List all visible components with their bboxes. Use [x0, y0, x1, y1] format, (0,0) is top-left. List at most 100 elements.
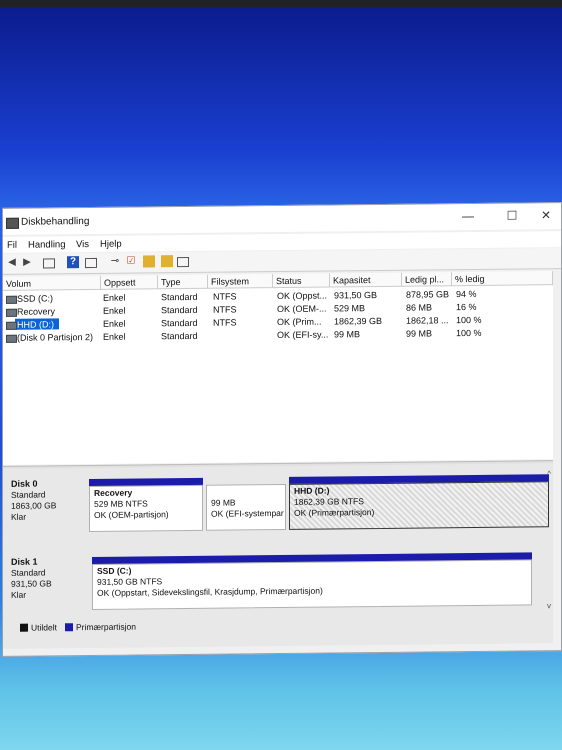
help-icon[interactable]: ?	[67, 256, 79, 269]
disk-management-window: Diskbehandling — ☐ ✕ Fil Handling Vis Hj…	[2, 202, 562, 657]
disk-name: Disk 0	[11, 478, 38, 489]
cell-capacity: 99 MB	[334, 329, 361, 340]
cell-volume: SSD (C:)	[17, 293, 53, 304]
check-icon[interactable]: ☑	[125, 256, 137, 268]
disk-type: Standard	[11, 567, 46, 578]
scroll-up-icon[interactable]: ^	[547, 469, 551, 478]
cell-status: OK (Oppst...	[277, 290, 328, 302]
forward-icon[interactable]: ▶	[21, 257, 33, 269]
properties-icon[interactable]	[85, 257, 97, 269]
close-button[interactable]: ✕	[531, 206, 561, 224]
disk-1-info[interactable]: Disk 1 Standard 931,50 GB Klar	[11, 556, 81, 601]
cell-type: Standard	[161, 317, 198, 329]
menu-help[interactable]: Hjelp	[100, 239, 122, 250]
col-type[interactable]: Type	[158, 274, 208, 290]
cell-status: OK (EFI-sy...	[277, 329, 329, 341]
cell-free: 86 MB	[406, 302, 433, 313]
cell-percent: 100 %	[456, 314, 482, 326]
scroll-down-icon[interactable]: v	[547, 601, 551, 610]
title-bar: Diskbehandling — ☐ ✕	[3, 203, 561, 235]
cell-free: 878,95 GB	[406, 289, 450, 300]
menu-view[interactable]: Vis	[76, 239, 89, 250]
maximize-button[interactable]: ☐	[497, 206, 527, 224]
col-capacity[interactable]: Kapasitet	[330, 272, 402, 288]
partition-title: Recovery	[94, 487, 133, 498]
cell-free: 1862,18 ...	[406, 315, 449, 326]
disk-0-info[interactable]: Disk 0 Standard 1863,00 GB Klar	[11, 478, 81, 523]
cell-type: Standard	[161, 330, 198, 342]
partition-size: 1862,39 GB NTFS	[294, 496, 364, 507]
disk-name: Disk 1	[11, 556, 38, 567]
cell-percent: 100 %	[456, 327, 482, 339]
cell-volume: Recovery	[17, 306, 56, 317]
console-tree-icon[interactable]	[43, 258, 55, 269]
disk-state: Klar	[11, 511, 27, 522]
toolbar: ◀ ▶ ? ⊸ ☑	[3, 248, 561, 275]
primary-partition-bar	[92, 552, 532, 564]
cell-capacity: 1862,39 GB	[334, 315, 383, 327]
volume-list: Volum Oppsett Type Filsystem Status Kapa…	[3, 271, 553, 465]
partition-efi[interactable]: 99 MB OK (EFI-systempar	[206, 483, 286, 531]
cell-layout: Enkel	[103, 305, 126, 316]
cell-percent: 94 %	[456, 288, 477, 300]
cell-filesystem: NTFS	[213, 317, 237, 328]
connect-icon[interactable]: ⊸	[109, 256, 121, 268]
cell-layout: Enkel	[103, 331, 126, 342]
col-free-space[interactable]: Ledig pl...	[402, 272, 452, 287]
partition-size: 99 MB	[211, 497, 236, 508]
partition-size: 931,50 GB NTFS	[97, 576, 163, 587]
cell-filesystem: NTFS	[213, 304, 237, 315]
partition-size: 529 MB NTFS	[94, 498, 148, 509]
disk-management-icon	[6, 217, 19, 229]
col-percent-free[interactable]: % ledig	[452, 271, 553, 287]
partition-ssd-c[interactable]: SSD (C:) 931,50 GB NTFS OK (Oppstart, Si…	[92, 552, 532, 610]
cell-free: 99 MB	[406, 328, 433, 339]
cell-status: OK (Prim...	[277, 316, 322, 328]
col-layout[interactable]: Oppsett	[101, 275, 158, 290]
cell-status: OK (OEM-...	[277, 303, 327, 315]
primary-partition-swatch	[65, 623, 73, 632]
menu-action[interactable]: Handling	[28, 239, 66, 250]
volume-icon	[6, 308, 17, 317]
col-filesystem[interactable]: Filsystem	[208, 274, 273, 289]
partition-title: SSD (C:)	[97, 565, 132, 576]
folder-icon[interactable]	[143, 255, 155, 268]
partition-title: HHD (D:)	[294, 485, 330, 496]
monitor-bezel	[0, 0, 562, 7]
primary-partition-bar	[89, 477, 203, 487]
folder-search-icon[interactable]	[161, 255, 173, 268]
disk-type: Standard	[11, 489, 46, 500]
minimize-button[interactable]: —	[453, 207, 483, 225]
partition-hhd-d[interactable]: HHD (D:) 1862,39 GB NTFS OK (Primærparti…	[289, 474, 549, 530]
cell-volume: (Disk 0 Partisjon 2)	[17, 331, 94, 343]
partition-status: OK (Oppstart, Sidevekslingsfil, Krasjdum…	[97, 585, 323, 598]
view-icon[interactable]	[177, 256, 189, 268]
legend-unallocated: Utildelt	[31, 622, 57, 633]
cell-percent: 16 %	[456, 301, 477, 313]
disk-state: Klar	[11, 589, 27, 600]
unallocated-swatch	[20, 623, 28, 632]
primary-partition-bar	[289, 474, 549, 484]
cell-layout: Enkel	[103, 292, 126, 303]
cell-capacity: 931,50 GB	[334, 290, 378, 301]
cell-type: Standard	[161, 304, 198, 316]
window-title: Diskbehandling	[21, 216, 90, 228]
cell-capacity: 529 MB	[334, 303, 366, 314]
col-status[interactable]: Status	[273, 273, 330, 289]
col-volume[interactable]: Volum	[3, 275, 101, 291]
volume-icon	[6, 334, 17, 343]
cell-filesystem: NTFS	[213, 291, 237, 302]
menu-file[interactable]: Fil	[7, 240, 17, 251]
cell-layout: Enkel	[103, 318, 126, 329]
volume-icon	[6, 321, 17, 330]
primary-partition-bar	[206, 483, 286, 485]
partition-status: OK (OEM-partisjon)	[94, 509, 169, 520]
disk-size: 931,50 GB	[11, 578, 52, 589]
legend-primary: Primærpartisjon	[76, 621, 136, 633]
volume-icon	[6, 295, 17, 304]
partition-recovery[interactable]: Recovery 529 MB NTFS OK (OEM-partisjon)	[89, 477, 203, 533]
partition-status: OK (EFI-systempar	[211, 507, 284, 519]
disk-size: 1863,00 GB	[11, 500, 57, 511]
partition-status: OK (Primærpartisjon)	[294, 507, 375, 518]
back-icon[interactable]: ◀	[6, 257, 18, 269]
